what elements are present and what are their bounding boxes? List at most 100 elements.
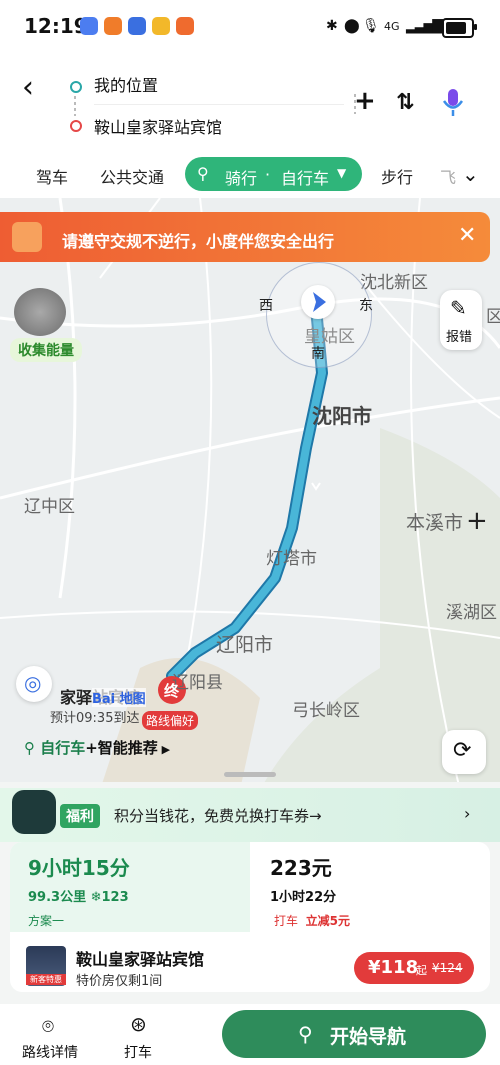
hotel-thumbnail[interactable]: 新客特惠 [26, 946, 66, 986]
welfare-tag: 福利 [60, 804, 100, 828]
map-label: 辽阳县 [172, 673, 223, 693]
promo-text: 积分当钱花，免费兑换打车券→ [114, 807, 322, 825]
compass-west: 西 [259, 298, 273, 314]
app-notification-icon [128, 17, 146, 35]
play-icon: ▶ [157, 743, 171, 756]
report-label: 报错 [446, 330, 473, 345]
tab-cycling[interactable]: ⚲ 骑行 · 自行车 ▼ [185, 157, 362, 191]
hotel-price: ¥118 [368, 957, 419, 978]
taxi-time: 1小时22分 [270, 890, 337, 905]
status-bar: 12:19 ✱ ⬤ 🎙 4G ▂▃▅▇ [0, 0, 500, 56]
map-label: 辽阳市 [216, 634, 274, 656]
map-view[interactable]: 沈北新区 皇姑区 沈阳市 辽中区 本溪市 灯塔市 溪湖区 辽阳市 辽阳县 弓长岭… [0, 198, 500, 790]
tab-driving[interactable]: 驾车 [36, 164, 68, 188]
network-label: 4G [384, 20, 400, 33]
start-navigation-label: 开始导航 [330, 1026, 407, 1048]
hotel-price-badge[interactable]: ¥118 起 ¥124 [354, 952, 474, 984]
energy-mascot-icon[interactable] [14, 288, 66, 336]
tab-transit[interactable]: 公共交通 [100, 164, 164, 188]
tab-walking[interactable]: 步行 [381, 164, 413, 188]
message-icon [12, 222, 42, 252]
plus-zoom-icon[interactable]: + [466, 506, 488, 536]
collect-energy-label[interactable]: 收集能量 [10, 338, 82, 362]
map-label: 灯塔市 [266, 549, 317, 569]
origin-field[interactable]: 我的位置 [94, 72, 158, 96]
hotel-original-price: ¥124 [432, 961, 463, 975]
swap-icon[interactable]: ⇅ [396, 90, 414, 115]
plus-icon[interactable]: + [354, 86, 376, 116]
bluetooth-icon: ✱ [326, 18, 338, 34]
eta-map-label: 预计09:35到达 [50, 711, 140, 726]
app-notification-icon [104, 17, 122, 35]
taxi-discount: 打车 立减5元 [274, 912, 350, 929]
safety-notice: 请遵守交规不逆行，小度伴您安全出行 ✕ [0, 212, 490, 262]
hotel-price-qi: 起 [416, 964, 427, 977]
plan-duration: 9小时15分 [28, 856, 130, 880]
travel-mode-tabs: 驾车 公共交通 ⚲ 骑行 · 自行车 ▼ 步行 飞 ⌄ [0, 152, 500, 198]
smart-recommend[interactable]: ⚲ 自行车+智能推荐 ▶ [24, 737, 170, 758]
start-point-icon [70, 81, 82, 93]
smart-label: +智能推荐 [85, 739, 158, 757]
discount-label: 立减5元 [305, 914, 351, 928]
tab-cycling-label: 骑行 [225, 169, 258, 188]
new-customer-badge: 新客特惠 [26, 974, 66, 985]
route-header: ‹ 我的位置 鞍山皇家驿站宾馆 + ⇅ [0, 56, 500, 152]
back-chevron-icon[interactable]: ‹ [22, 70, 34, 105]
map-label: 本溪市 [406, 512, 464, 534]
chevron-right-icon: › [464, 804, 471, 823]
tab-sep: · [265, 165, 271, 184]
route-connector [74, 96, 76, 116]
taxi-button[interactable]: 打车 [124, 1042, 152, 1062]
map-label: 沈北新区 [360, 273, 428, 293]
robot-mascot-icon [12, 790, 56, 834]
location-icon: ⬤ [344, 18, 360, 34]
location-arrow-icon [301, 285, 335, 319]
plan-name: 方案一 [28, 914, 65, 928]
bike-label: 自行车 [40, 739, 86, 757]
tab-cycling-sub: 自行车 [281, 169, 330, 188]
taxi-price[interactable]: 223元 [270, 852, 332, 881]
battery-icon [442, 18, 477, 38]
end-marker-label: 终 [164, 682, 180, 700]
app-notification-icon [80, 17, 98, 35]
refresh-button[interactable]: ⟳ [442, 730, 486, 774]
mic-icon: 🎙 [362, 18, 380, 34]
edit-icon: ✎ [450, 296, 467, 320]
report-button[interactable]: ✎ 报错 [440, 290, 482, 350]
plan-distance: 99.3公里 ❄123 [28, 886, 129, 905]
status-time: 12:19 [24, 14, 88, 38]
sheet-handle[interactable] [224, 772, 276, 777]
taxi-icon[interactable]: ⊛ [130, 1012, 147, 1036]
bike-icon: ⚲ [298, 1022, 313, 1046]
distance-value: 99.3公里 [28, 890, 87, 905]
compass[interactable]: 西 东 南 [259, 262, 373, 368]
signal-icon: ▂▃▅▇ [406, 18, 443, 34]
destination-field[interactable]: 鞍山皇家驿站宾馆 [94, 114, 222, 138]
hotel-name[interactable]: 鞍山皇家驿站宾馆 [76, 946, 204, 970]
start-navigation-button[interactable]: ⚲ 开始导航 [222, 1010, 486, 1058]
locate-button[interactable]: ◎ [16, 666, 52, 702]
close-icon[interactable]: ✕ [458, 223, 476, 248]
hotel-subtitle: 特价房仅剩1间 [76, 974, 163, 989]
bike-icon: ⚲ [24, 739, 41, 757]
end-point-icon [70, 120, 82, 132]
location-pin-icon[interactable]: ⌾ [42, 1014, 54, 1038]
microphone-icon[interactable] [442, 88, 464, 118]
promo-banner[interactable]: 福利 积分当钱花，免费兑换打车券→ › [0, 788, 500, 842]
app-notification-icon [176, 17, 194, 35]
calorie-value: 123 [101, 890, 129, 905]
locate-icon: ◎ [24, 671, 42, 695]
calorie-icon: ❄ [90, 890, 102, 905]
safety-notice-text: 请遵守交规不逆行，小度伴您安全出行 [62, 232, 335, 251]
divider [94, 104, 344, 105]
route-pref-chip[interactable]: 路线偏好 [142, 711, 199, 730]
map-label: 溪湖区 [446, 603, 497, 623]
map-label: 区 [486, 307, 500, 327]
route-detail-button[interactable]: 路线详情 [22, 1042, 78, 1062]
map-label: 沈阳市 [312, 404, 372, 428]
refresh-icon: ⟳ [453, 738, 472, 763]
taxi-label: 打车 [274, 914, 299, 928]
compass-east: 东 [359, 298, 373, 314]
chevron-down-icon[interactable]: ⌄ [462, 162, 479, 186]
app-notification-icon [152, 17, 170, 35]
